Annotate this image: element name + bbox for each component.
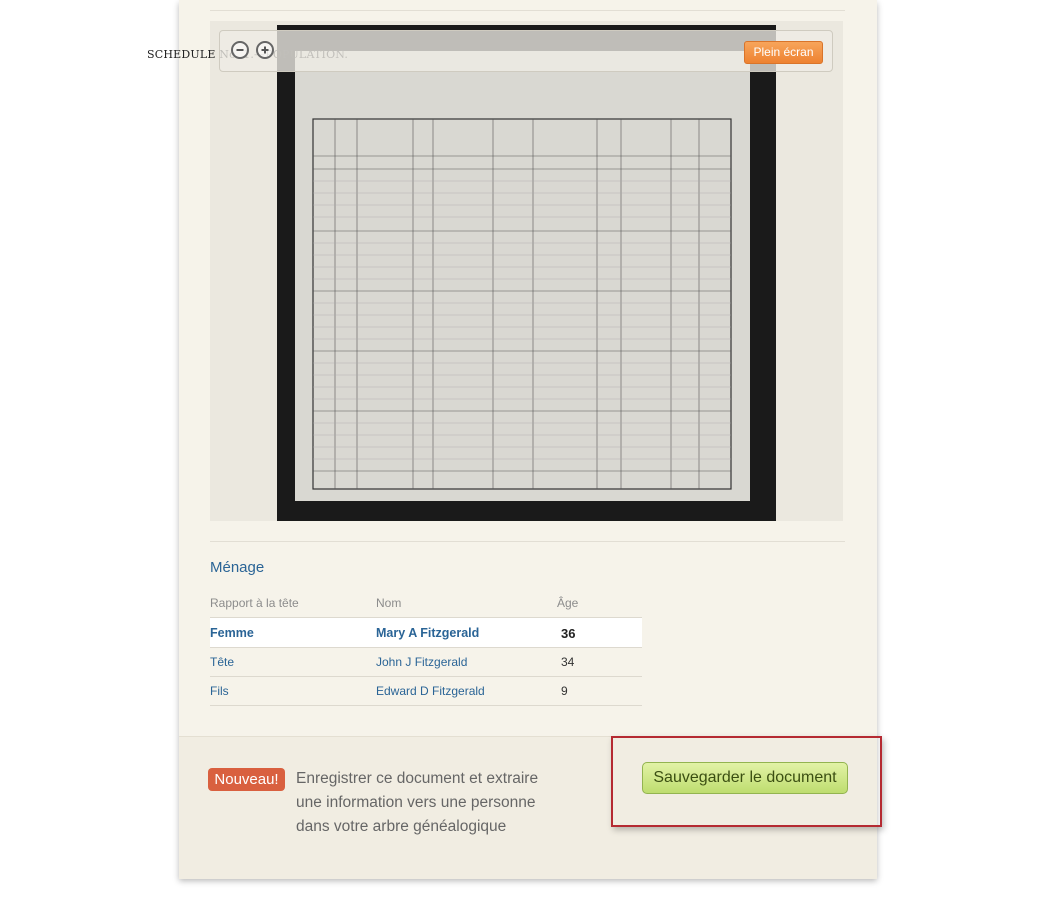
viewer-toolbar — [219, 30, 833, 72]
relation-cell: Femme — [210, 626, 254, 640]
relation-cell: Fils — [210, 684, 229, 698]
column-header-relation: Rapport à la tête — [210, 596, 299, 610]
table-row: Tête John J Fitzgerald 34 — [210, 647, 642, 677]
census-image[interactable] — [277, 25, 776, 521]
age-cell: 36 — [561, 626, 576, 641]
person-link[interactable]: Mary A Fitzgerald — [376, 626, 479, 640]
column-header-age: Âge — [557, 596, 579, 610]
table-row: Fils Edward D Fitzgerald 9 — [210, 676, 642, 706]
relation-cell: Tête — [210, 655, 235, 669]
census-page — [295, 51, 750, 501]
table-row: Femme Mary A Fitzgerald 36 — [210, 617, 642, 648]
save-document-button[interactable]: Sauvegarder le document — [642, 762, 848, 794]
zoom-out-icon[interactable] — [231, 41, 249, 59]
divider — [210, 10, 845, 11]
age-cell: 34 — [561, 655, 575, 669]
zoom-in-icon[interactable] — [256, 41, 274, 59]
census-grid — [312, 118, 732, 490]
promo-text-line: dans votre arbre généalogique — [296, 818, 507, 835]
person-link[interactable]: Edward D Fitzgerald — [376, 684, 485, 698]
column-header-name: Nom — [376, 596, 402, 610]
divider — [210, 541, 845, 542]
new-badge: Nouveau! — [208, 768, 285, 791]
promo-text-line: une information vers une personne — [296, 794, 536, 811]
age-cell: 9 — [561, 684, 568, 698]
fullscreen-button[interactable]: Plein écran — [744, 41, 823, 64]
household-title: Ménage — [210, 559, 265, 576]
promo-text-line: Enregistrer ce document et extraire — [296, 770, 539, 787]
person-link[interactable]: John J Fitzgerald — [376, 655, 467, 669]
